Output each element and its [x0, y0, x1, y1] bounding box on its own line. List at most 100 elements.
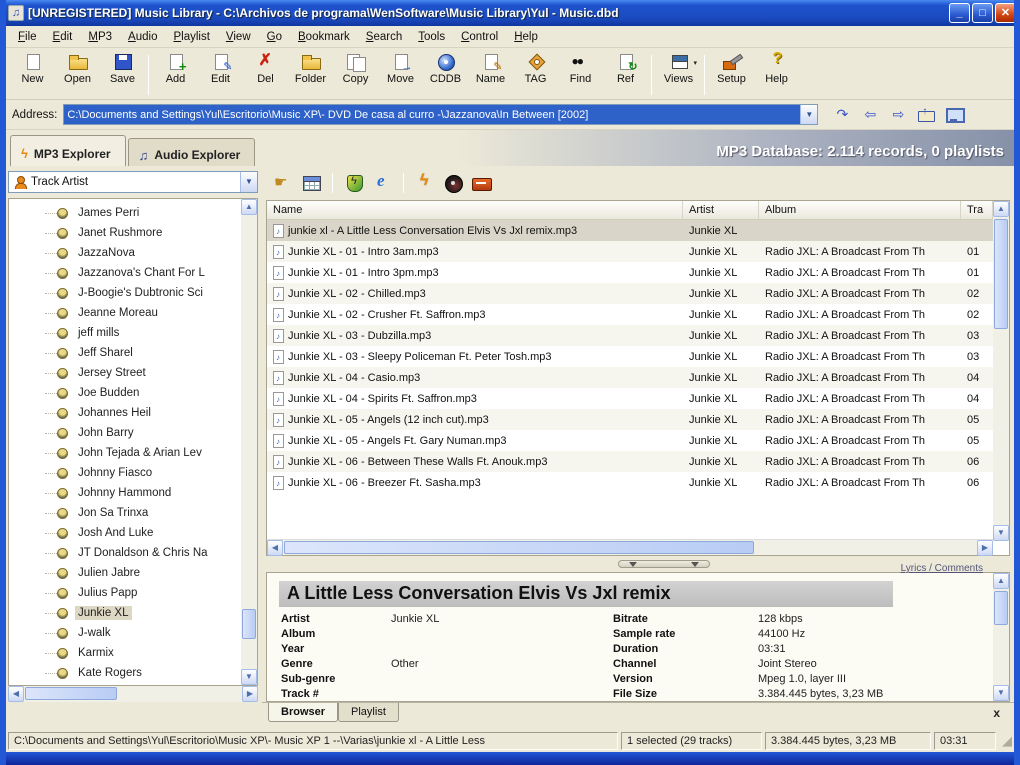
toolbar-save-button[interactable]: Save — [100, 51, 145, 85]
internet-explorer-icon[interactable] — [371, 171, 393, 193]
tab-mp3-explorer[interactable]: ϟ MP3 Explorer — [10, 135, 126, 166]
column-header-name[interactable]: Name — [267, 201, 683, 219]
title-bar[interactable]: ♫ [UNREGISTERED] Music Library - C:\Arch… — [6, 0, 1014, 26]
toolbar-help-button[interactable]: Help — [754, 50, 799, 85]
toolbar-name-button[interactable]: Name — [468, 51, 513, 85]
table-row[interactable]: Junkie XL - 05 - Angels (12 inch cut).mp… — [267, 409, 993, 430]
toolbar-views-button[interactable]: ▾ Views — [656, 51, 701, 85]
table-row[interactable]: Junkie XL - 01 - Intro 3am.mp3 Junkie XL R… — [267, 241, 993, 262]
tree-item-josh-and-luke[interactable]: Josh And Luke — [9, 523, 241, 543]
menu-item-edit[interactable]: Edit — [45, 28, 81, 46]
menu-item-playlist[interactable]: Playlist — [165, 28, 217, 46]
table-row[interactable]: Junkie XL - 01 - Intro 3pm.mp3 Junkie XL R… — [267, 262, 993, 283]
back-icon[interactable]: ⇦ — [860, 106, 880, 124]
menu-item-tools[interactable]: Tools — [410, 28, 453, 46]
tree-item-jeff-mills[interactable]: jeff mills — [9, 323, 241, 343]
forward-icon[interactable]: ⇨ — [888, 106, 908, 124]
tree-item-johnny-fiasco[interactable]: Johnny Fiasco — [9, 463, 241, 483]
folder-up-icon[interactable] — [916, 104, 936, 124]
toolbar-copy-button[interactable]: Copy — [333, 51, 378, 85]
scroll-right-button[interactable]: ▶ — [977, 540, 993, 556]
column-header-album[interactable]: Album — [759, 201, 961, 219]
go-icon[interactable]: ↷ — [832, 106, 852, 124]
toolbar-new-button[interactable]: New — [10, 51, 55, 85]
burner-icon[interactable] — [470, 173, 492, 193]
menu-item-audio[interactable]: Audio — [120, 28, 165, 46]
tree-item-janet-rushmore[interactable]: Janet Rushmore — [9, 223, 241, 243]
tree-item-jeff-sharel[interactable]: Jeff Sharel — [9, 343, 241, 363]
resize-grip[interactable]: ◢ — [1002, 732, 1012, 752]
browse-mode-dropdown-button[interactable]: ▼ — [240, 172, 257, 192]
scroll-left-button[interactable]: ◀ — [8, 686, 24, 702]
toolbar-ref-button[interactable]: Ref — [603, 51, 648, 85]
tree-item-karmix[interactable]: Karmix — [9, 643, 241, 663]
table-row[interactable]: Junkie XL - 03 - Sleepy Policeman Ft. Pe… — [267, 346, 993, 367]
tree-item-junkie-xl[interactable]: Junkie XL — [9, 603, 241, 623]
menu-item-bookmark[interactable]: Bookmark — [290, 28, 358, 46]
table-row[interactable]: Junkie XL - 06 - Between These Walls Ft.… — [267, 451, 993, 472]
tree-item-julien-jabre[interactable]: Julien Jabre — [9, 563, 241, 583]
cd-icon[interactable] — [442, 173, 464, 193]
tree-item-jon-sa-trinxa[interactable]: Jon Sa Trinxa — [9, 503, 241, 523]
column-header-tra[interactable]: Tra — [961, 201, 993, 219]
toolbar-add-button[interactable]: Add — [153, 51, 198, 85]
scroll-thumb[interactable] — [242, 609, 256, 639]
table-row[interactable]: Junkie XL - 04 - Casio.mp3 Junkie XL Radio… — [267, 367, 993, 388]
winamp-icon[interactable] — [343, 173, 365, 193]
toolbar-cddb-button[interactable]: CDDB — [423, 51, 468, 85]
menu-item-go[interactable]: Go — [259, 28, 290, 46]
table-row[interactable]: Junkie XL - 02 - Chilled.mp3 Junkie XL Rad… — [267, 283, 993, 304]
toolbar-setup-button[interactable]: Setup — [709, 51, 754, 85]
table-row[interactable]: Junkie XL - 02 - Crusher Ft. Saffron.mp3… — [267, 304, 993, 325]
menu-item-mp3[interactable]: MP3 — [80, 28, 120, 46]
tree-item-john-barry[interactable]: John Barry — [9, 423, 241, 443]
browse-mode-combo[interactable]: Track Artist ▼ — [8, 171, 258, 193]
address-dropdown-button[interactable]: ▼ — [800, 105, 818, 124]
maximize-button[interactable]: □ — [972, 3, 993, 23]
scroll-down-button[interactable]: ▼ — [241, 669, 257, 685]
toolbar-find-button[interactable]: Find — [558, 51, 603, 85]
scroll-thumb[interactable] — [994, 219, 1008, 329]
tree-item-jt-donaldson-chris-na[interactable]: JT Donaldson & Chris Na — [9, 543, 241, 563]
table-row[interactable]: Junkie XL - 04 - Spirits Ft. Saffron.mp3… — [267, 388, 993, 409]
table-vertical-scrollbar[interactable]: ▲ ▼ — [993, 201, 1009, 541]
scroll-thumb[interactable] — [994, 591, 1008, 625]
tree-item-j-boogie-s-dubtronic-sci[interactable]: J-Boogie's Dubtronic Sci — [9, 283, 241, 303]
scroll-thumb[interactable] — [284, 541, 754, 554]
tree-item-johannes-heil[interactable]: Johannes Heil — [9, 403, 241, 423]
table-horizontal-scrollbar[interactable]: ◀ ▶ — [267, 539, 993, 556]
tree-item-john-tejada-arian-lev[interactable]: John Tejada & Arian Lev — [9, 443, 241, 463]
close-button[interactable]: ✕ — [995, 3, 1014, 23]
tree-item-kenneth-graham[interactable]: Kenneth Graham — [9, 683, 241, 685]
details-link[interactable]: Lyrics / Comments — [901, 563, 983, 574]
table-row[interactable]: Junkie XL - 06 - Breezer Ft. Sasha.mp3 Ju… — [267, 472, 993, 493]
menu-item-control[interactable]: Control — [453, 28, 506, 46]
tree-item-james-perri[interactable]: James Perri — [9, 203, 241, 223]
bottom-tab-playlist[interactable]: Playlist — [338, 703, 399, 722]
tree-horizontal-scrollbar[interactable]: ◀ ▶ — [8, 686, 258, 702]
toolbar-move-button[interactable]: Move — [378, 51, 423, 85]
menu-item-help[interactable]: Help — [506, 28, 546, 46]
menu-item-view[interactable]: View — [218, 28, 259, 46]
menu-item-file[interactable]: File — [10, 28, 45, 46]
scroll-right-button[interactable]: ▶ — [242, 686, 258, 702]
table-row[interactable]: Junkie XL - 05 - Angels Ft. Gary Numan.m… — [267, 430, 993, 451]
table-row[interactable]: Junkie XL - 03 - Dubzilla.mp3 Junkie XL Ra… — [267, 325, 993, 346]
column-header-artist[interactable]: Artist — [683, 201, 759, 219]
hand-point-icon[interactable] — [272, 173, 294, 193]
panel-close-button[interactable]: x — [993, 703, 1000, 720]
scroll-up-button[interactable]: ▲ — [993, 201, 1009, 217]
tab-audio-explorer[interactable]: ♫ Audio Explorer — [127, 138, 256, 166]
bottom-tab-browser[interactable]: Browser — [268, 703, 339, 722]
table-row[interactable]: junkie xl - A Little Less Conversation E… — [267, 220, 993, 241]
flash-icon[interactable] — [414, 172, 436, 193]
address-input[interactable] — [64, 105, 801, 124]
menu-item-search[interactable]: Search — [358, 28, 410, 46]
toolbar-edit-button[interactable]: Edit — [198, 51, 243, 85]
scroll-left-button[interactable]: ◀ — [267, 540, 283, 556]
tree-item-jazzanova[interactable]: JazzaNova — [9, 243, 241, 263]
tree-item-jersey-street[interactable]: Jersey Street — [9, 363, 241, 383]
desktop-icon[interactable] — [944, 106, 966, 124]
tree-item-kate-rogers[interactable]: Kate Rogers — [9, 663, 241, 683]
minimize-button[interactable]: _ — [949, 3, 970, 23]
